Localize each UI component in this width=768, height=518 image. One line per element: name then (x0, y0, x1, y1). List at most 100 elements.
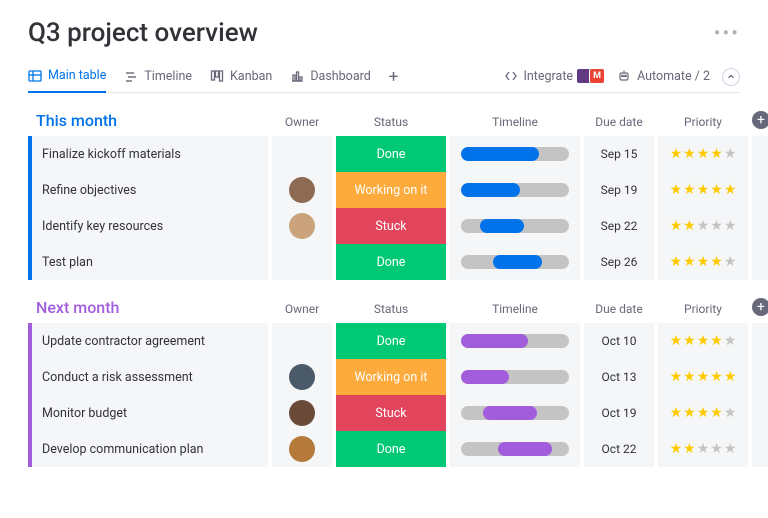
item-name-cell[interactable]: Monitor budget (28, 395, 268, 431)
status-cell[interactable]: Working on it (336, 359, 446, 395)
table-row[interactable]: Update contractor agreement Done Oct 10 ★★★… (28, 323, 740, 359)
priority-cell[interactable]: ★★★★★ (658, 359, 748, 395)
row-tail-cell (752, 172, 768, 208)
timeline-cell[interactable] (450, 359, 580, 395)
star-icon: ★ (710, 218, 723, 234)
star-icon: ★ (724, 441, 737, 457)
timeline-cell[interactable] (450, 395, 580, 431)
owner-cell[interactable] (272, 172, 332, 208)
star-icon: ★ (697, 218, 710, 234)
status-cell[interactable]: Working on it (336, 172, 446, 208)
priority-cell[interactable]: ★★★★★ (658, 172, 748, 208)
item-name-cell[interactable]: Identify key resources (28, 208, 268, 244)
tab-main-table[interactable]: Main table (28, 62, 106, 93)
status-cell[interactable]: Done (336, 323, 446, 359)
due-date-cell[interactable]: Sep 26 (584, 244, 654, 280)
column-header-owner[interactable]: Owner (272, 115, 332, 132)
star-icon: ★ (724, 254, 737, 270)
timeline-cell[interactable] (450, 208, 580, 244)
star-icon: ★ (724, 182, 737, 198)
add-column-button[interactable]: + (752, 111, 768, 129)
priority-cell[interactable]: ★★★★★ (658, 323, 748, 359)
star-icon: ★ (697, 405, 710, 421)
due-date-cell[interactable]: Sep 22 (584, 208, 654, 244)
add-view-button[interactable]: + (389, 67, 399, 87)
more-menu-icon[interactable]: ••• (714, 21, 740, 45)
due-date-cell[interactable]: Oct 10 (584, 323, 654, 359)
owner-cell[interactable] (272, 359, 332, 395)
tab-label: Kanban (230, 69, 272, 84)
integrate-button[interactable]: Integrate M (504, 62, 606, 92)
owner-cell[interactable] (272, 208, 332, 244)
table-row[interactable]: Test planDoneSep 26★★★★★ (28, 244, 740, 280)
column-header-status[interactable]: Status (336, 115, 446, 132)
timeline-cell[interactable] (450, 323, 580, 359)
due-date-cell[interactable]: Sep 19 (584, 172, 654, 208)
status-cell[interactable]: Stuck (336, 395, 446, 431)
owner-cell[interactable] (272, 431, 332, 467)
priority-cell[interactable]: ★★★★★ (658, 136, 748, 172)
integrate-icon (504, 69, 518, 83)
avatar[interactable] (289, 177, 315, 203)
avatar[interactable] (289, 364, 315, 390)
item-name-cell[interactable]: Conduct a risk assessment (28, 359, 268, 395)
priority-cell[interactable]: ★★★★★ (658, 431, 748, 467)
table-row[interactable]: Refine objectivesWorking on itSep 19★★★★… (28, 172, 740, 208)
status-cell[interactable]: Done (336, 431, 446, 467)
column-header-due_date[interactable]: Due date (584, 302, 654, 319)
star-rating: ★★★★★ (670, 333, 737, 349)
tab-timeline[interactable]: Timeline (124, 63, 192, 92)
column-header-priority[interactable]: Priority (658, 302, 748, 319)
owner-cell[interactable] (272, 395, 332, 431)
priority-cell[interactable]: ★★★★★ (658, 208, 748, 244)
avatar[interactable] (289, 400, 315, 426)
status-cell[interactable]: Stuck (336, 208, 446, 244)
item-name-cell[interactable]: Refine objectives (28, 172, 268, 208)
table-row[interactable]: Develop communication planDoneOct 22★★★★… (28, 431, 740, 467)
star-icon: ★ (710, 369, 723, 385)
page-title: Q3 project overview (28, 18, 258, 48)
status-cell[interactable]: Done (336, 136, 446, 172)
tab-kanban[interactable]: Kanban (210, 63, 272, 92)
priority-cell[interactable]: ★★★★★ (658, 395, 748, 431)
automate-button[interactable]: Automate / 2 (617, 63, 710, 92)
owner-cell[interactable] (272, 244, 332, 280)
due-date-cell[interactable]: Oct 13 (584, 359, 654, 395)
item-name-cell[interactable]: Update contractor agreement (28, 323, 268, 359)
table-row[interactable]: Monitor budgetStuckOct 19★★★★★ (28, 395, 740, 431)
column-header-status[interactable]: Status (336, 302, 446, 319)
avatar[interactable] (289, 213, 315, 239)
column-header-timeline[interactable]: Timeline (450, 115, 580, 132)
due-date-cell[interactable]: Oct 22 (584, 431, 654, 467)
timeline-cell[interactable] (450, 431, 580, 467)
tab-dashboard[interactable]: Dashboard (290, 63, 370, 92)
chart-icon (290, 69, 304, 83)
due-date-cell[interactable]: Sep 15 (584, 136, 654, 172)
avatar[interactable] (289, 436, 315, 462)
group-title[interactable]: Next month (28, 298, 268, 319)
column-header-owner[interactable]: Owner (272, 302, 332, 319)
timeline-cell[interactable] (450, 136, 580, 172)
status-cell[interactable]: Done (336, 244, 446, 280)
timeline-cell[interactable] (450, 172, 580, 208)
owner-cell[interactable] (272, 136, 332, 172)
column-header-timeline[interactable]: Timeline (450, 302, 580, 319)
priority-cell[interactable]: ★★★★★ (658, 244, 748, 280)
owner-cell[interactable] (272, 323, 332, 359)
group-title[interactable]: This month (28, 111, 268, 132)
collapse-toolbar-button[interactable] (722, 68, 740, 86)
column-header-priority[interactable]: Priority (658, 115, 748, 132)
due-date-cell[interactable]: Oct 19 (584, 395, 654, 431)
table-row[interactable]: Identify key resourcesStuckSep 22★★★★★ (28, 208, 740, 244)
star-icon: ★ (670, 254, 683, 270)
table-row[interactable]: Conduct a risk assessment Working on it Oc… (28, 359, 740, 395)
add-column-button[interactable]: + (752, 298, 768, 316)
tab-label: Dashboard (310, 69, 370, 84)
item-name-cell[interactable]: Finalize kickoff materials (28, 136, 268, 172)
timeline-cell[interactable] (450, 244, 580, 280)
column-header-due_date[interactable]: Due date (584, 115, 654, 132)
item-name-cell[interactable]: Test plan (28, 244, 268, 280)
item-name-cell[interactable]: Develop communication plan (28, 431, 268, 467)
table-row[interactable]: Finalize kickoff materialsDoneSep 15★★★★… (28, 136, 740, 172)
star-icon: ★ (683, 405, 696, 421)
